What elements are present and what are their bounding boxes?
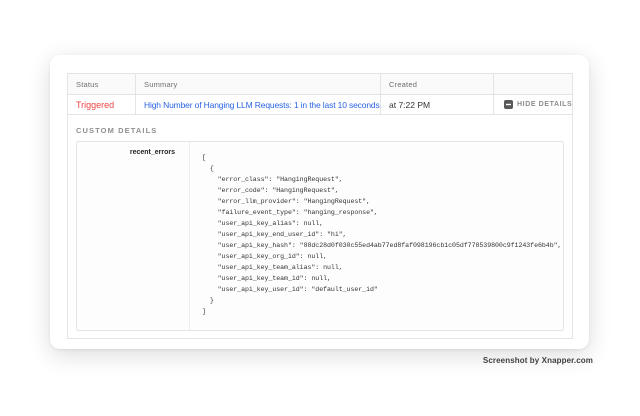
alert-table-row: Triggered High Number of Hanging LLM Req… [68,95,572,115]
hide-details-label: HIDE DETAILS [517,101,572,108]
table-header-row: Status Summary Created [68,74,572,95]
column-header-summary: Summary [135,74,380,94]
status-badge: Triggered [68,95,135,114]
hide-details-button[interactable]: HIDE DETAILS [502,100,572,109]
details-row: CUSTOM DETAILS recent_errors [ { "error_… [68,115,572,336]
custom-details-box: recent_errors [ { "error_class": "Hangin… [76,141,564,331]
recent-errors-field-label: recent_errors [77,142,189,330]
created-time: at 7:22 PM [380,95,493,114]
recent-errors-field-value: [ { "error_class": "HangingRequest", "er… [189,142,563,330]
alerts-table: Status Summary Created Triggered High Nu… [67,73,573,339]
column-header-actions [493,74,572,94]
recent-errors-json: [ { "error_class": "HangingRequest", "er… [190,142,563,317]
alert-summary-link[interactable]: High Number of Hanging LLM Requests: 1 i… [144,100,382,110]
alert-card: Status Summary Created Triggered High Nu… [50,55,589,349]
column-header-status: Status [68,74,135,94]
collapse-minus-square-icon [504,100,513,109]
column-header-created: Created [380,74,493,94]
page: Status Summary Created Triggered High Nu… [0,0,640,416]
watermark-text: Screenshot by Xnapper.com [483,356,593,365]
custom-details-title: CUSTOM DETAILS [76,126,157,135]
